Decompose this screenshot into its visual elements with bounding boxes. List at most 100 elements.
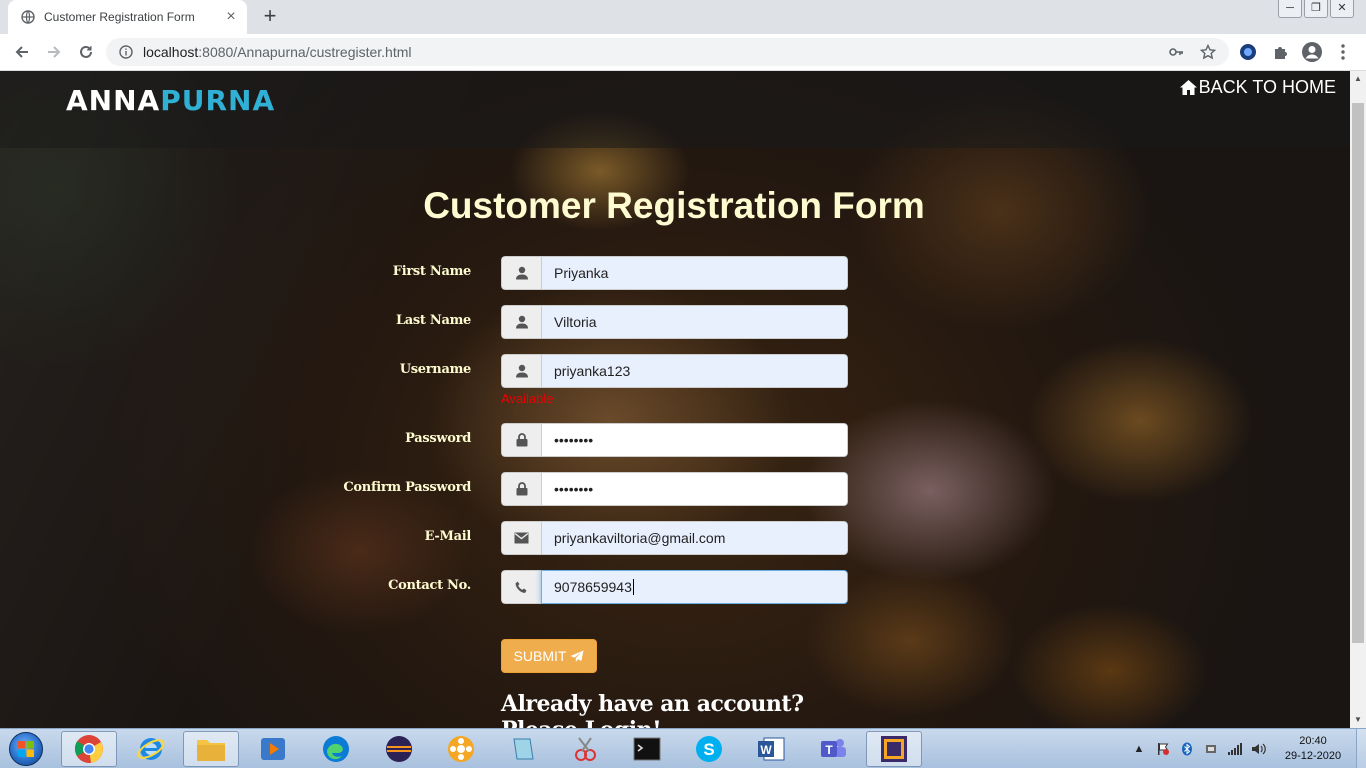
page-scrollbar[interactable]: ▲ ▼	[1350, 71, 1366, 728]
form-row-last-name: Last Name Viltoria	[0, 305, 1350, 339]
form-title-text: Customer Registration Form	[423, 185, 925, 226]
contact-group: 9078659943	[501, 570, 848, 604]
snipping-tool-taskbar-icon[interactable]	[557, 731, 613, 767]
chrome-taskbar-icon[interactable]	[61, 731, 117, 767]
start-button[interactable]	[4, 730, 48, 768]
forward-arrow-icon[interactable]	[42, 40, 66, 64]
contact-input[interactable]: 9078659943	[541, 570, 848, 604]
user-icon	[501, 354, 541, 388]
lock-icon	[501, 423, 541, 457]
media-player-taskbar-icon[interactable]	[245, 731, 301, 767]
first-name-group: Priyanka	[501, 256, 848, 290]
url-text: localhost:8080/Annapurna/custregister.ht…	[143, 44, 412, 60]
scroll-thumb[interactable]	[1352, 103, 1364, 643]
flower-app-taskbar-icon[interactable]	[433, 731, 489, 767]
lock-icon	[501, 472, 541, 506]
contact-label: Contact No.	[388, 578, 471, 593]
svg-text:T: T	[825, 743, 833, 757]
form-row-username: Username priyanka123	[0, 354, 1350, 388]
internet-explorer-taskbar-icon[interactable]	[123, 731, 179, 767]
address-bar[interactable]: localhost:8080/Annapurna/custregister.ht…	[106, 38, 1229, 66]
back-to-home-link[interactable]: BACK TO HOME	[1179, 77, 1336, 98]
login-prompt[interactable]: Already have an account?Please Login!	[501, 691, 861, 728]
show-desktop-button[interactable]	[1356, 729, 1366, 768]
paper-plane-icon	[570, 650, 584, 662]
confirm-password-group: ••••••••	[501, 472, 848, 506]
profile-avatar-icon[interactable]	[1301, 41, 1323, 63]
tab-title: Customer Registration Form	[44, 10, 195, 24]
last-name-group: Viltoria	[501, 305, 848, 339]
bookmark-star-icon[interactable]	[1199, 43, 1217, 61]
confirm-password-label: Confirm Password	[343, 480, 471, 495]
svg-text:W: W	[760, 743, 772, 757]
browser-tab[interactable]: Customer Registration Form ×	[8, 0, 247, 34]
eclipse-taskbar-icon[interactable]	[371, 731, 427, 767]
taskbar-clock[interactable]: 20:40 29-12-2020	[1274, 734, 1352, 764]
form-row-email: E-Mail priyankaviltoria@gmail.com	[0, 521, 1350, 555]
skype-taskbar-icon[interactable]: S	[681, 731, 737, 767]
window-controls: ─ ❐ ✕	[1276, 0, 1354, 18]
puzzle-icon[interactable]	[1269, 41, 1291, 63]
last-name-input[interactable]: Viltoria	[541, 305, 848, 339]
new-tab-button[interactable]: +	[258, 5, 282, 29]
command-prompt-taskbar-icon[interactable]	[619, 731, 675, 767]
password-label: Password	[405, 431, 471, 446]
restore-button[interactable]: ❐	[1304, 0, 1328, 18]
submit-button[interactable]: SUBMIT	[501, 639, 597, 673]
url-path: :8080/Annapurna/custregister.html	[198, 44, 412, 60]
email-input[interactable]: priyankaviltoria@gmail.com	[541, 521, 848, 555]
system-tray: ▲ 20:40 29-12-2020	[1130, 729, 1366, 768]
back-arrow-icon[interactable]	[10, 40, 34, 64]
edge-taskbar-icon[interactable]	[308, 731, 364, 767]
bluetooth-icon[interactable]	[1178, 740, 1196, 758]
last-name-label: Last Name	[395, 313, 471, 328]
form-row-confirm-password: Confirm Password ••••••••	[0, 472, 1350, 506]
username-availability-status: Available	[501, 391, 554, 406]
password-input[interactable]: ••••••••	[541, 423, 848, 457]
device-icon[interactable]	[1202, 740, 1220, 758]
email-group: priyankaviltoria@gmail.com	[501, 521, 848, 555]
menu-kebab-icon[interactable]	[1332, 41, 1354, 63]
clock-time: 20:40	[1299, 735, 1327, 747]
form-row-password: Password ••••••••	[0, 423, 1350, 457]
username-input[interactable]: priyanka123	[541, 354, 848, 388]
first-name-input[interactable]: Priyanka	[541, 256, 848, 290]
browser-tabstrip: Customer Registration Form × + ─ ❐ ✕	[0, 0, 1366, 34]
network-signal-icon[interactable]	[1226, 740, 1244, 758]
show-hidden-icons-icon[interactable]: ▲	[1130, 740, 1148, 758]
word-taskbar-icon[interactable]: W	[743, 731, 799, 767]
logo-part2: PURNA	[160, 84, 276, 117]
page-title: Customer Registration Form	[0, 185, 1350, 227]
volume-icon[interactable]	[1250, 740, 1268, 758]
action-center-flag-icon[interactable]	[1154, 740, 1172, 758]
svg-text:S: S	[703, 740, 714, 759]
site-navbar: ANNAPURNA BACK TO HOME	[0, 71, 1350, 148]
notepad-taskbar-icon[interactable]	[495, 731, 551, 767]
close-tab-icon[interactable]: ×	[223, 9, 239, 25]
close-window-button[interactable]: ✕	[1330, 0, 1354, 18]
file-explorer-taskbar-icon[interactable]	[183, 731, 239, 767]
submit-label: SUBMIT	[513, 648, 567, 664]
windows-taskbar: S W T ▲ 20:40 29-12-2020	[0, 728, 1366, 768]
teams-taskbar-icon[interactable]: T	[805, 731, 861, 767]
scroll-down-arrow-icon[interactable]: ▼	[1350, 712, 1366, 728]
user-icon	[501, 256, 541, 290]
reload-icon[interactable]	[74, 40, 98, 64]
email-label: E-Mail	[424, 529, 472, 544]
username-label: Username	[399, 362, 472, 377]
extension-icon[interactable]	[1237, 41, 1259, 63]
envelope-icon	[501, 521, 541, 555]
key-icon[interactable]	[1167, 43, 1185, 61]
java-ee-ide-taskbar-icon[interactable]	[866, 731, 922, 767]
confirm-password-input[interactable]: ••••••••	[541, 472, 848, 506]
user-icon	[501, 305, 541, 339]
minimize-button[interactable]: ─	[1278, 0, 1302, 18]
info-icon[interactable]	[119, 45, 133, 64]
site-logo[interactable]: ANNAPURNA	[66, 84, 275, 117]
logo-part1: ANNA	[66, 84, 161, 117]
windows-logo-icon	[9, 732, 43, 766]
home-icon	[1179, 80, 1197, 95]
scroll-up-arrow-icon[interactable]: ▲	[1350, 71, 1366, 87]
browser-toolbar: localhost:8080/Annapurna/custregister.ht…	[0, 34, 1366, 71]
password-group: ••••••••	[501, 423, 848, 457]
